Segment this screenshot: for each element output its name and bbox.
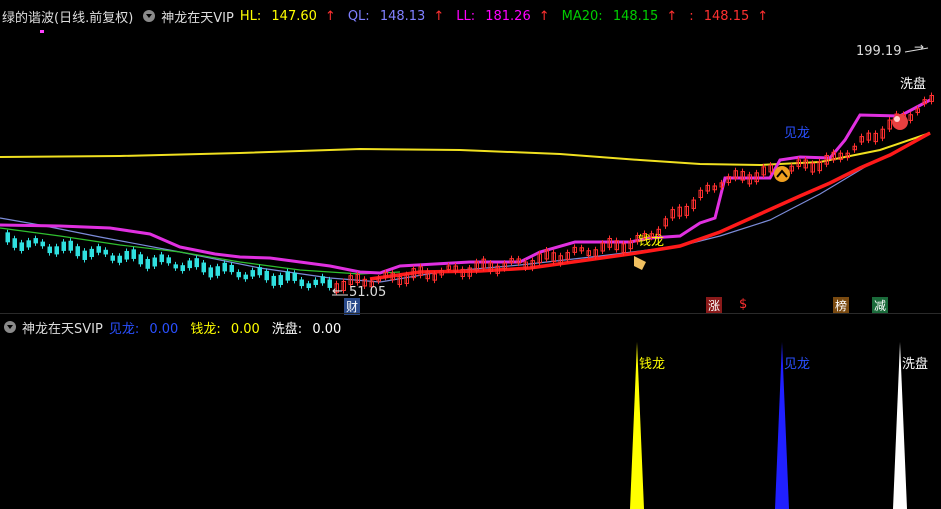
candle	[299, 279, 304, 287]
dollar-badge[interactable]: $	[739, 297, 747, 312]
candle	[187, 260, 192, 269]
candle	[208, 267, 213, 278]
candle	[89, 248, 94, 258]
panel-divider[interactable]	[0, 313, 941, 314]
candle	[47, 246, 52, 254]
candle	[201, 262, 206, 273]
candle	[320, 276, 325, 284]
candle	[33, 238, 38, 244]
candle	[222, 262, 227, 272]
extra-readout: : 148.15 ↑	[689, 8, 769, 24]
jianlong-label-sub: 见龙	[784, 357, 811, 372]
price-chart[interactable]	[0, 0, 941, 509]
xipan-label-sub: 洗盘	[902, 357, 929, 372]
stock-title: 绿的谐波(日线.前复权)	[2, 10, 134, 26]
xipan-label-main: 洗盘	[900, 77, 927, 92]
indicator-name[interactable]: 神龙在天VIP	[161, 7, 234, 26]
candle	[236, 271, 241, 278]
qianlong-label-main: 钱龙	[638, 234, 665, 249]
candle	[243, 274, 248, 280]
candle	[250, 270, 255, 277]
ll-readout: LL: 181.26 ↑	[456, 8, 550, 24]
candle	[61, 241, 66, 251]
bang-badge[interactable]: 榜	[833, 297, 850, 314]
candle	[271, 275, 276, 286]
hand-pointer-icon	[634, 256, 646, 270]
candle	[68, 240, 73, 251]
candle	[194, 258, 199, 268]
candle	[138, 254, 143, 265]
candle	[82, 250, 87, 260]
candle	[145, 258, 150, 269]
candle	[215, 266, 220, 276]
candle	[264, 270, 269, 281]
candle	[180, 265, 185, 272]
candle	[40, 241, 45, 247]
candle	[19, 242, 24, 251]
candle	[173, 264, 178, 269]
candle	[152, 257, 157, 267]
candle	[166, 257, 171, 264]
high-arrow: →	[914, 40, 925, 54]
candle	[103, 249, 108, 255]
candle	[131, 249, 136, 259]
candle	[278, 275, 283, 286]
ball-marker-icon[interactable]	[892, 114, 908, 130]
up-marker-icon[interactable]	[774, 166, 790, 182]
candle	[285, 271, 290, 281]
ql-readout: QL: 148.13 ↑	[347, 8, 445, 24]
qianlong-readout: 钱龙: 0.00	[190, 321, 260, 337]
candle	[229, 264, 234, 273]
candle	[110, 255, 115, 261]
candle	[159, 254, 164, 263]
xipan-readout: 洗盘: 0.00	[271, 321, 342, 337]
main-indicator-bar: 绿的谐波(日线.前复权) 神龙在天VIP HL: 147.60 ↑ QL: 148…	[0, 6, 941, 26]
zhang-badge[interactable]: 涨	[706, 297, 723, 314]
candle	[306, 283, 311, 289]
jianlong-readout: 见龙: 0.00	[108, 321, 179, 337]
candle	[327, 279, 332, 288]
candle	[292, 272, 297, 281]
candle	[313, 279, 318, 285]
candle	[5, 232, 10, 243]
sub-settings-icon[interactable]	[4, 321, 16, 333]
candle	[54, 246, 59, 255]
sub-indicator-name[interactable]: 神龙在天SVIP	[22, 318, 103, 337]
sub-indicator-bar: 神龙在天SVIP 见龙: 0.00 钱龙: 0.00 洗盘: 0.00	[0, 318, 353, 337]
qianlong-label-sub: 钱龙	[639, 357, 666, 372]
ma20-readout: MA20: 148.15 ↑	[561, 8, 678, 24]
low-arrow: ←	[332, 284, 343, 299]
indicator-settings-icon[interactable]	[143, 10, 156, 22]
jianlong-label-main: 见龙	[784, 126, 811, 141]
candle	[75, 246, 80, 257]
jian-badge[interactable]: 减	[872, 297, 889, 314]
high-price-label: 199.19	[856, 44, 902, 59]
candle	[96, 246, 101, 253]
candle	[124, 250, 129, 260]
candle	[117, 255, 122, 263]
candle	[26, 240, 31, 248]
hl-readout: HL: 147.60 ↑	[239, 8, 336, 24]
candle	[12, 238, 17, 248]
candle	[257, 267, 262, 276]
